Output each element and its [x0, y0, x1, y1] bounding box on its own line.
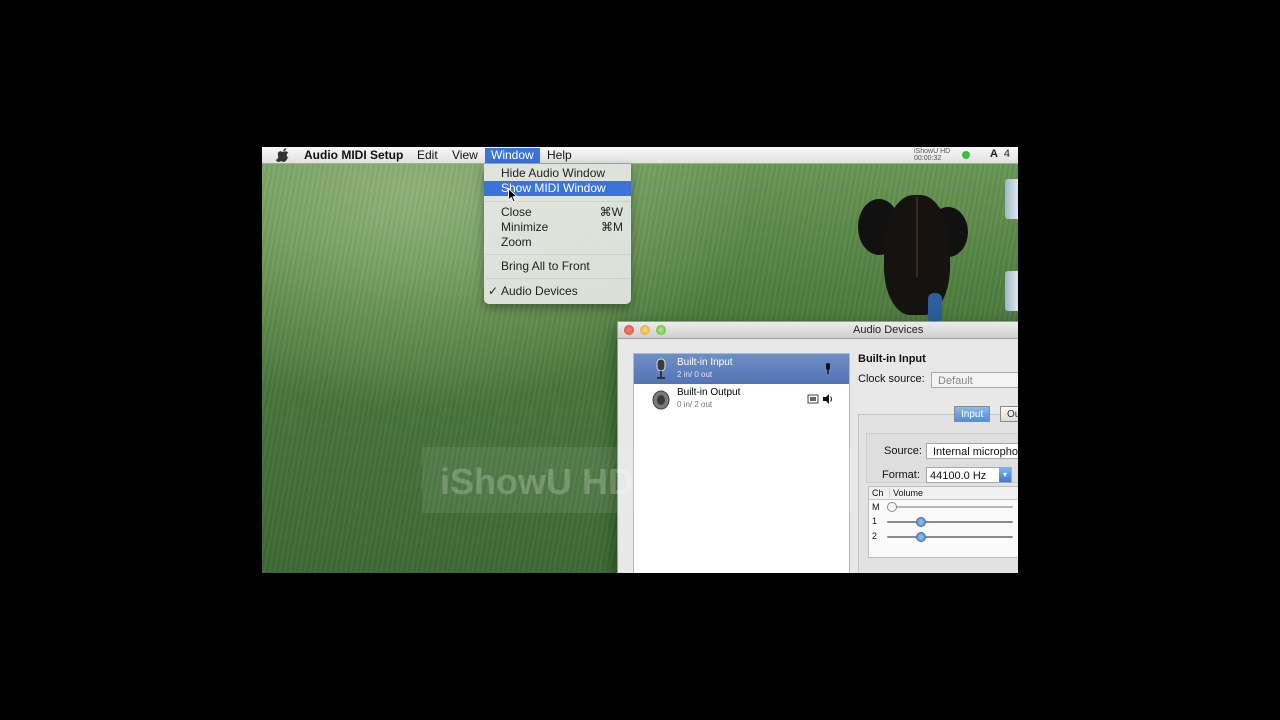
- volume-slider-knob[interactable]: [887, 502, 897, 512]
- menu-item-close[interactable]: Close ⌘W: [484, 205, 631, 220]
- channel-label: 1: [872, 516, 878, 526]
- device-row-built-in-input[interactable]: Built-in Input 2 in/ 0 out: [634, 354, 849, 384]
- menu-item-label: Zoom: [501, 235, 532, 249]
- recorder-name: iShowU HD: [914, 148, 951, 155]
- menu-item-show-midi-window[interactable]: Show MIDI Window: [484, 181, 631, 196]
- menu-item-shortcut: ⌘M: [601, 220, 623, 234]
- menu-bar: Audio MIDI Setup Edit View Window Help i…: [262, 147, 1018, 164]
- menu-app-name[interactable]: Audio MIDI Setup: [298, 148, 409, 163]
- menu-item-label: Audio Devices: [501, 284, 578, 298]
- volume-table: Ch Volume M 1 2: [868, 486, 1018, 558]
- device-title: Built-in Input: [858, 353, 926, 365]
- menu-separator: [485, 278, 630, 279]
- menu-separator: [485, 201, 630, 202]
- volume-slider-track[interactable]: [887, 536, 1013, 538]
- device-name: Built-in Input: [677, 357, 733, 368]
- system-output-icon: [807, 394, 819, 404]
- device-name: Built-in Output: [677, 387, 741, 398]
- notification-count[interactable]: 4: [1004, 148, 1010, 160]
- channel-label: 2: [872, 531, 878, 541]
- menu-item-label: Hide Audio Window: [501, 166, 606, 180]
- menu-item-label: Close: [501, 205, 532, 219]
- device-detail-panel: Built-in Input Clock source: Default Inp…: [858, 353, 1018, 573]
- speaker-icon: [652, 390, 670, 410]
- volume-slider-track[interactable]: [889, 506, 1013, 508]
- menu-help[interactable]: Help: [541, 148, 578, 163]
- recording-indicator-icon[interactable]: [962, 151, 970, 159]
- menu-window[interactable]: Window: [485, 148, 540, 163]
- volume-slider-track[interactable]: [887, 521, 1013, 523]
- recorder-time: 00:00:32: [914, 155, 942, 162]
- menu-item-zoom[interactable]: Zoom: [484, 235, 631, 250]
- microphone-icon: [656, 358, 666, 379]
- volume-speaker-icon: [823, 394, 832, 404]
- desktop: Audio MIDI Setup Edit View Window Help i…: [262, 147, 1018, 573]
- mouse-cursor-icon: [508, 188, 518, 203]
- clock-source-label: Clock source:: [858, 373, 925, 385]
- menu-item-minimize[interactable]: Minimize ⌘M: [484, 220, 631, 235]
- watermark: iShowU HD Preview: [440, 461, 781, 502]
- window-titlebar[interactable]: Audio Devices: [618, 322, 1018, 339]
- recorder-status[interactable]: iShowU HD 00:00:32: [914, 148, 958, 162]
- window-title: Audio Devices: [853, 324, 924, 336]
- source-label: Source:: [884, 445, 922, 457]
- menu-edit[interactable]: Edit: [411, 148, 444, 163]
- menu-extras: iShowU HD 00:00:32 A 4: [910, 147, 1010, 163]
- volume-slider-knob[interactable]: [916, 517, 926, 527]
- minimize-window-icon[interactable]: [640, 325, 650, 335]
- column-header-volume: Volume: [889, 488, 923, 498]
- desktop-photo-subject: [858, 195, 978, 325]
- apple-icon[interactable]: [276, 148, 290, 162]
- volume-table-header: Ch Volume: [869, 487, 1018, 500]
- checkmark-icon: ✓: [488, 284, 499, 298]
- clock-source-select[interactable]: Default: [931, 372, 1018, 388]
- source-select[interactable]: Internal micropho: [926, 443, 1018, 459]
- format-label: Format:: [882, 469, 920, 481]
- desktop-drive-icon[interactable]: [1005, 179, 1018, 219]
- device-io-count: 2 in/ 0 out: [677, 370, 713, 379]
- menu-view[interactable]: View: [446, 148, 484, 163]
- menu-item-label: Minimize: [501, 220, 549, 234]
- channel-label: M: [872, 502, 880, 512]
- menu-separator: [485, 254, 630, 255]
- format-value: 44100.0 Hz: [930, 470, 987, 482]
- desktop-drive-icon[interactable]: [1005, 271, 1018, 311]
- window-menu: Hide Audio Window Show MIDI Window Close…: [484, 164, 631, 304]
- adobe-icon[interactable]: A: [990, 148, 998, 160]
- menu-item-shortcut: ⌘W: [599, 205, 623, 219]
- chevron-down-icon[interactable]: ▾: [999, 468, 1011, 482]
- menu-item-audio-devices[interactable]: ✓ Audio Devices: [484, 284, 631, 299]
- device-row-built-in-output[interactable]: Built-in Output 0 in/ 2 out: [634, 384, 849, 414]
- close-window-icon[interactable]: [624, 325, 634, 335]
- tab-output[interactable]: Ou: [1000, 406, 1018, 422]
- zoom-window-icon[interactable]: [656, 325, 666, 335]
- column-header-ch: Ch: [872, 488, 884, 498]
- tab-input[interactable]: Input: [954, 406, 991, 422]
- menu-item-bring-all-to-front[interactable]: Bring All to Front: [484, 259, 631, 274]
- format-select[interactable]: 44100.0 Hz ▾: [926, 467, 1012, 483]
- device-io-count: 0 in/ 2 out: [677, 400, 713, 409]
- menu-item-hide-audio-window[interactable]: Hide Audio Window: [484, 166, 631, 181]
- input-device-microphone-icon: [826, 363, 830, 374]
- menu-item-label: Bring All to Front: [501, 259, 590, 273]
- volume-slider-knob[interactable]: [916, 532, 926, 542]
